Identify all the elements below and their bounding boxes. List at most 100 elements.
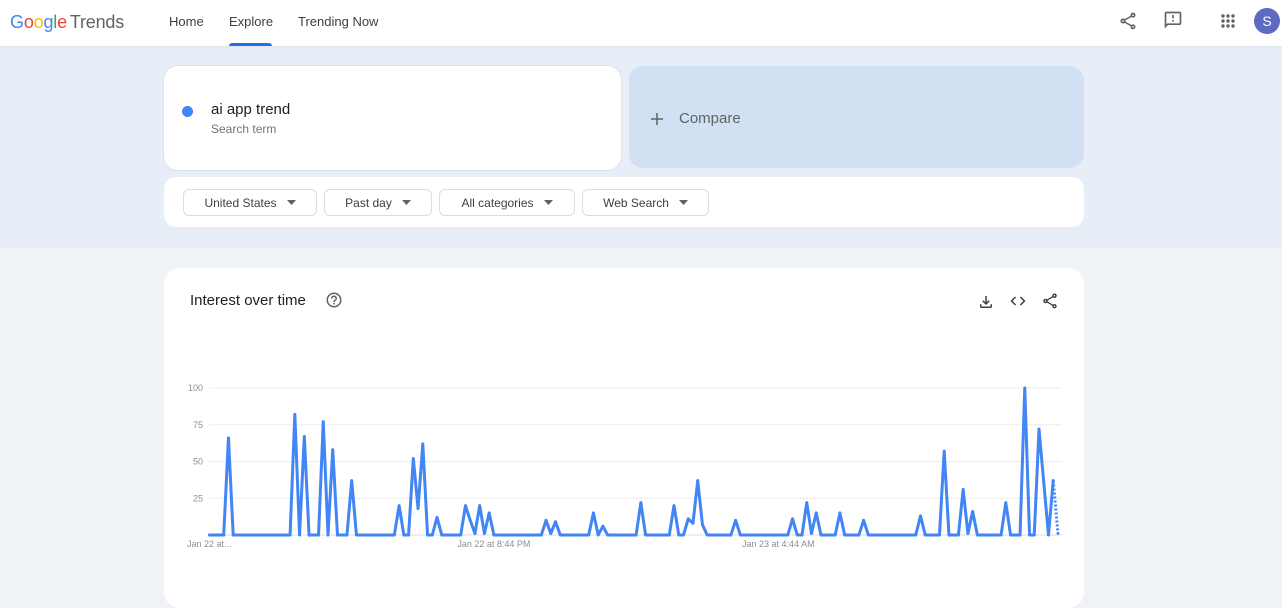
- category-filter-dropdown[interactable]: All categories: [439, 189, 575, 216]
- data-point: [966, 532, 970, 535]
- data-point: [776, 533, 780, 537]
- data-point: [430, 533, 434, 537]
- data-point: [947, 533, 951, 537]
- data-point: [876, 533, 880, 537]
- data-point: [625, 533, 629, 537]
- data-point: [492, 533, 496, 537]
- data-point: [264, 533, 268, 537]
- data-point: [611, 533, 614, 537]
- data-point: [696, 479, 700, 483]
- data-point: [672, 504, 676, 507]
- search-term-input[interactable]: ai app trend: [211, 101, 290, 119]
- y-tick-label: 50: [193, 457, 203, 467]
- data-point: [411, 457, 415, 460]
- plus-icon: [650, 112, 664, 126]
- card-title: Interest over time: [190, 292, 306, 309]
- y-tick-label: 25: [193, 493, 203, 503]
- embed-code-icon[interactable]: [1009, 292, 1027, 310]
- feedback-icon[interactable]: [1163, 10, 1183, 30]
- data-point: [715, 533, 719, 537]
- nav-tab-trending-now[interactable]: Trending Now: [298, 13, 378, 31]
- data-point: [383, 533, 387, 537]
- data-point: [374, 533, 377, 537]
- data-point: [852, 533, 856, 537]
- data-point: [848, 533, 851, 537]
- data-point: [928, 533, 932, 537]
- x-tick-label: Jan 23 at 4:44 AM: [742, 539, 815, 549]
- data-point: [857, 533, 861, 537]
- data-point: [558, 533, 562, 537]
- data-point: [487, 511, 491, 515]
- interest-over-time-chart: 25 50 75 100 Jan 22 at... Jan 22 at 8:44 PM Ja…: [187, 383, 1062, 549]
- data-point: [781, 533, 785, 537]
- data-point: [345, 533, 349, 537]
- y-tick-label: 100: [188, 383, 203, 393]
- top-app-bar: Google Trends Home Explore Trending Now S: [0, 0, 1282, 47]
- region-filter-dropdown[interactable]: United States: [183, 189, 317, 216]
- data-point: [350, 479, 354, 483]
- compare-label: Compare: [679, 110, 741, 127]
- data-point: [648, 533, 652, 537]
- logo-letter: g: [43, 12, 54, 32]
- data-point: [317, 533, 320, 537]
- share-icon[interactable]: [1118, 11, 1138, 31]
- data-point: [881, 533, 884, 537]
- data-point: [1028, 533, 1031, 537]
- data-point: [644, 533, 647, 537]
- share-chart-icon[interactable]: [1041, 292, 1059, 310]
- logo-letter: o: [23, 12, 34, 32]
- data-point: [212, 533, 216, 537]
- dropdown-arrow-icon: [678, 200, 688, 205]
- data-point: [260, 533, 264, 537]
- data-point: [331, 448, 335, 452]
- data-point: [293, 413, 297, 416]
- data-point: [658, 533, 662, 537]
- active-tab-indicator: [229, 43, 272, 46]
- data-point: [663, 533, 666, 537]
- data-point: [227, 436, 230, 440]
- data-point: [895, 533, 899, 537]
- data-point: [246, 533, 249, 537]
- data-point: [862, 518, 866, 522]
- nav-tab-explore[interactable]: Explore: [229, 13, 273, 31]
- logo-letter: o: [33, 12, 44, 32]
- data-point: [639, 501, 643, 505]
- search-term-card[interactable]: ai app trend Search term: [164, 66, 621, 170]
- help-icon[interactable]: [325, 291, 343, 309]
- data-point: [795, 533, 799, 537]
- data-point: [682, 533, 685, 537]
- data-point: [791, 517, 794, 521]
- data-point: [900, 533, 903, 537]
- data-point: [942, 449, 946, 453]
- x-tick-label: Jan 22 at...: [187, 539, 232, 549]
- download-icon[interactable]: [977, 293, 995, 311]
- search-type-filter-dropdown[interactable]: Web Search: [582, 189, 709, 216]
- data-point: [677, 533, 681, 537]
- google-trends-logo[interactable]: Google Trends: [10, 11, 124, 33]
- data-point: [506, 533, 510, 537]
- data-point: [615, 533, 619, 537]
- logo-letter: e: [57, 12, 67, 32]
- x-tick-label: Jan 22 at 8:44 PM: [457, 539, 530, 549]
- data-point: [601, 524, 605, 528]
- data-point: [302, 435, 306, 438]
- data-point: [364, 533, 368, 537]
- data-point: [772, 533, 775, 537]
- data-point: [710, 533, 714, 537]
- data-point: [449, 533, 453, 537]
- data-point: [634, 533, 638, 537]
- data-point: [1051, 479, 1055, 483]
- nav-tab-home[interactable]: Home: [169, 13, 204, 31]
- compare-button[interactable]: Compare: [629, 66, 1084, 168]
- apps-grid-icon[interactable]: [1218, 11, 1238, 31]
- time-range-filter-dropdown[interactable]: Past day: [324, 189, 432, 216]
- data-point: [359, 533, 363, 537]
- user-avatar[interactable]: S: [1254, 8, 1280, 34]
- data-point: [582, 533, 586, 537]
- data-point: [890, 533, 894, 537]
- data-point: [539, 533, 543, 537]
- data-point: [573, 533, 576, 537]
- time-range-filter-label: Past day: [345, 195, 392, 210]
- dropdown-arrow-icon: [286, 200, 296, 205]
- data-point: [767, 533, 771, 537]
